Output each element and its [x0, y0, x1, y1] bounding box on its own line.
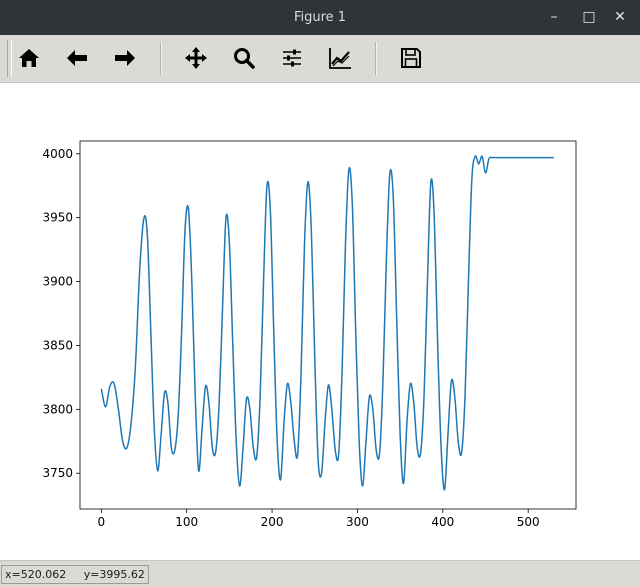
status-bar: x=520.062 y=3995.62	[0, 560, 640, 587]
forward-button[interactable]	[110, 43, 140, 73]
arrow-right-icon	[115, 50, 135, 66]
x-tick-label: 500	[517, 515, 540, 529]
save-button[interactable]	[396, 43, 426, 73]
home-button[interactable]	[14, 43, 44, 73]
toolbar-separator	[160, 42, 161, 75]
x-tick-label: 400	[431, 515, 454, 529]
zoom-icon	[234, 48, 255, 69]
cursor-readout: x=520.062 y=3995.62	[1, 565, 149, 584]
x-readout: x=520.062	[5, 568, 67, 581]
toolbar-separator	[375, 42, 376, 75]
back-button[interactable]	[62, 43, 92, 73]
navigation-toolbar	[0, 35, 640, 83]
chart-line-icon	[329, 48, 351, 69]
x-tick-label: 300	[346, 515, 369, 529]
y-tick-label: 3950	[42, 211, 73, 225]
x-tick-label: 0	[98, 515, 106, 529]
plot-area[interactable]	[80, 141, 576, 509]
arrow-left-icon	[67, 50, 87, 66]
x-tick-label: 200	[261, 515, 284, 529]
move-icon	[185, 47, 207, 69]
zoom-button[interactable]	[229, 43, 259, 73]
edit-axes-button[interactable]	[325, 43, 355, 73]
pan-button[interactable]	[181, 43, 211, 73]
y-tick-label: 3750	[42, 466, 73, 480]
maximize-icon[interactable]: □	[578, 6, 600, 28]
toolbar-grip[interactable]	[7, 40, 12, 77]
line-chart[interactable]: 0 100 200 300 400 500 3750 3800 3850 3900 3950 4000	[0, 83, 640, 560]
close-icon[interactable]: ✕	[609, 6, 631, 28]
y-readout: y=3995.62	[83, 568, 145, 581]
y-tick-label: 3800	[42, 402, 73, 416]
window-titlebar: Figure 1 – □ ✕	[0, 0, 640, 35]
subplots-button[interactable]	[277, 43, 307, 73]
figure-canvas[interactable]: 0 100 200 300 400 500 3750 3800 3850 3900 3950 4000	[0, 83, 640, 560]
home-icon	[19, 49, 39, 67]
y-tick-label: 3900	[42, 275, 73, 289]
minimize-icon[interactable]: –	[543, 6, 565, 28]
y-tick-label: 4000	[42, 147, 73, 161]
sliders-icon	[283, 49, 301, 67]
x-tick-label: 100	[175, 515, 198, 529]
floppy-disk-icon	[401, 48, 421, 68]
y-tick-label: 3850	[42, 338, 73, 352]
